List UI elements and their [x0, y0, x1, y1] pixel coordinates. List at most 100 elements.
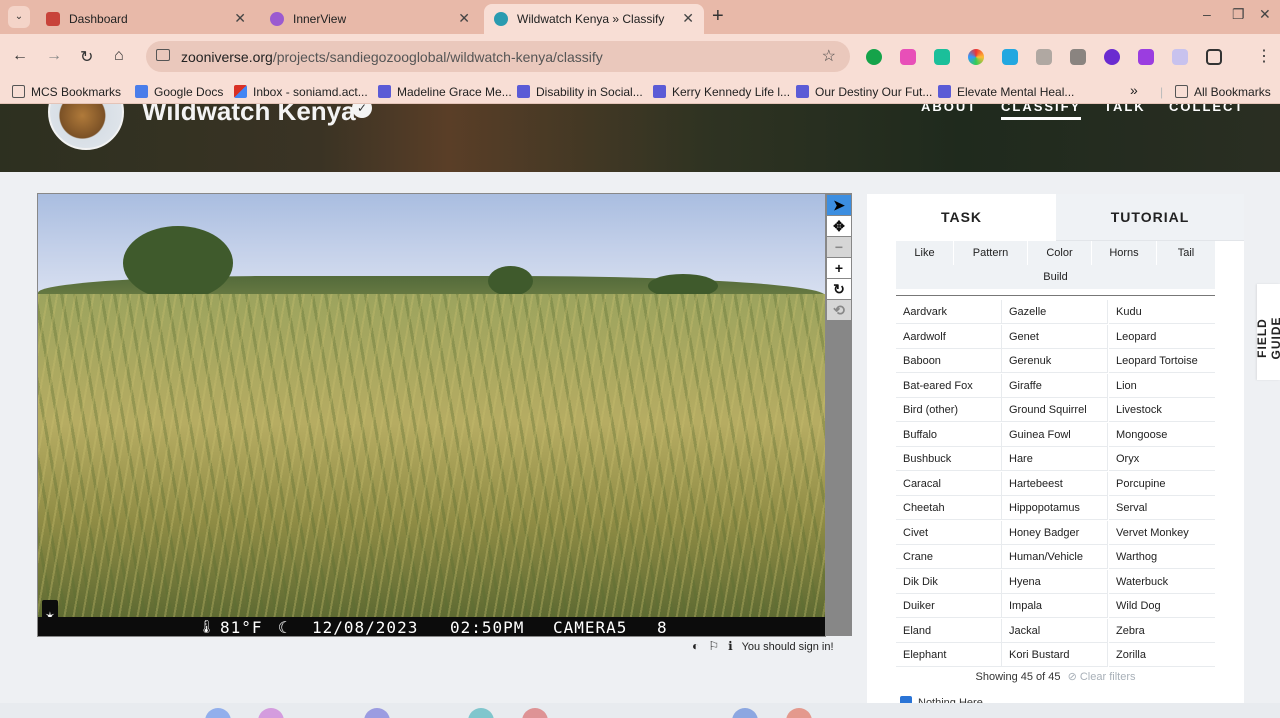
species-option[interactable]: Buffalo	[896, 422, 1002, 447]
bookmark-item[interactable]: Google Docs	[135, 85, 223, 99]
back-icon[interactable]: ←	[12, 47, 28, 65]
species-option[interactable]: Wild Dog	[1109, 594, 1215, 618]
bookmark-item[interactable]: Madeline Grace Me...	[378, 85, 512, 99]
bookmarks-overflow-icon[interactable]: »	[1130, 82, 1138, 98]
extensions-puzzle-icon[interactable]	[1206, 49, 1222, 65]
zoom-out-icon[interactable]: −	[827, 237, 851, 257]
bookmark-item[interactable]: Disability in Social...	[517, 85, 643, 99]
site-info-icon[interactable]	[156, 49, 170, 61]
bookmark-item[interactable]: Elevate Mental Heal...	[938, 85, 1074, 99]
all-bookmarks-button[interactable]: All Bookmarks	[1175, 85, 1271, 99]
species-option[interactable]: Hippopotamus	[1002, 496, 1108, 520]
species-option[interactable]: Kudu	[1109, 300, 1215, 324]
bookmark-item[interactable]: Inbox - soniamd.act...	[234, 85, 368, 99]
project-title[interactable]: Wildwatch Kenya	[142, 104, 356, 127]
species-option[interactable]: Aardwolf	[896, 324, 1002, 349]
tab-search-button[interactable]: ⌄	[8, 6, 30, 28]
reload-icon[interactable]: ↻	[80, 47, 93, 67]
filter-like[interactable]: Like	[896, 241, 954, 265]
tab-innerview[interactable]: InnerView ✕	[260, 4, 480, 34]
extension-icon[interactable]	[1070, 49, 1086, 65]
notion-extension-icon[interactable]	[934, 49, 950, 65]
species-option[interactable]: Cheetah	[896, 496, 1002, 520]
k-extension-icon[interactable]	[1104, 49, 1120, 65]
clear-filters-button[interactable]: ⊘ Clear filters	[1068, 671, 1136, 683]
species-option[interactable]: Civet	[896, 520, 1002, 545]
tab-wildwatch-kenya[interactable]: Wildwatch Kenya » Classify — ✕	[484, 4, 704, 34]
restore-icon[interactable]: ❐	[1232, 6, 1245, 23]
close-tab-icon[interactable]: ✕	[458, 10, 470, 27]
species-option[interactable]: Jackal	[1002, 618, 1108, 643]
species-option[interactable]: Kori Bustard	[1002, 643, 1108, 667]
species-option[interactable]: Leopard	[1109, 325, 1215, 349]
species-option[interactable]: Guinea Fowl	[1002, 422, 1108, 447]
bookmark-item[interactable]: MCS Bookmarks	[12, 85, 121, 99]
download-extension-icon[interactable]	[1002, 49, 1018, 65]
species-option[interactable]: Mongoose	[1109, 423, 1215, 447]
species-option[interactable]: Impala	[1002, 594, 1108, 618]
species-option[interactable]: Aardvark	[896, 300, 1002, 324]
close-tab-icon[interactable]: ✕	[682, 10, 694, 27]
species-option[interactable]: Hyena	[1002, 569, 1108, 594]
species-option[interactable]: Vervet Monkey	[1109, 521, 1215, 545]
species-option[interactable]: Leopard Tortoise	[1109, 349, 1215, 373]
species-option[interactable]: Duiker	[896, 594, 1002, 618]
taskbar-app-icon[interactable]	[732, 708, 758, 718]
nav-collect[interactable]: COLLECT	[1169, 104, 1244, 114]
tab-dashboard[interactable]: Dashboard ✕	[36, 4, 256, 34]
filter-horns[interactable]: Horns	[1092, 241, 1157, 265]
species-option[interactable]: Waterbuck	[1109, 570, 1215, 594]
color-picker-extension-icon[interactable]	[968, 49, 984, 65]
filter-tail[interactable]: Tail	[1157, 241, 1215, 265]
filter-pattern[interactable]: Pattern	[954, 241, 1028, 265]
project-avatar[interactable]	[48, 104, 124, 150]
rotate-icon[interactable]: ↻	[827, 279, 851, 299]
species-option[interactable]: Caracal	[896, 471, 1002, 496]
tab-tutorial[interactable]: TUTORIAL	[1056, 194, 1244, 241]
filter-color[interactable]: Color	[1028, 241, 1092, 265]
species-option[interactable]: Bird (other)	[896, 398, 1002, 422]
species-option[interactable]: Oryx	[1109, 447, 1215, 471]
extension-icon[interactable]	[1138, 49, 1154, 65]
taskbar-app-icon[interactable]	[522, 708, 548, 718]
bookmark-star-icon[interactable]: ☆	[822, 46, 836, 66]
species-option[interactable]: Gazelle	[1002, 300, 1108, 324]
filter-build[interactable]: Build	[896, 265, 1215, 289]
species-option[interactable]: Warthog	[1109, 545, 1215, 569]
invert-colors-icon[interactable]: ◐	[692, 639, 699, 653]
sign-in-note[interactable]: You should sign in!	[742, 641, 834, 653]
tab-task[interactable]: TASK	[867, 194, 1056, 241]
species-option[interactable]: Dik Dik	[896, 569, 1002, 594]
species-option[interactable]: Livestock	[1109, 398, 1215, 422]
species-option[interactable]: Honey Badger	[1002, 520, 1108, 545]
species-option[interactable]: Hartebeest	[1002, 471, 1108, 496]
close-tab-icon[interactable]: ✕	[234, 10, 246, 27]
species-option[interactable]: Eland	[896, 618, 1002, 643]
species-option[interactable]: Genet	[1002, 324, 1108, 349]
minimize-icon[interactable]: –	[1203, 6, 1211, 22]
species-option[interactable]: Bat-eared Fox	[896, 373, 1002, 398]
extension-icon[interactable]	[900, 49, 916, 65]
taskbar-app-icon[interactable]	[205, 708, 231, 718]
reset-icon[interactable]: ⟲	[827, 300, 851, 320]
taskbar-app-icon[interactable]	[364, 708, 390, 718]
species-option[interactable]: Crane	[896, 545, 1002, 569]
forward-icon[interactable]: →	[46, 47, 62, 65]
move-icon[interactable]: ✥	[827, 216, 851, 236]
bookmark-item[interactable]: Kerry Kennedy Life l...	[653, 85, 790, 99]
info-icon[interactable]: ℹ	[728, 639, 733, 653]
new-tab-icon[interactable]: +	[712, 5, 724, 28]
extension-icon[interactable]	[1036, 49, 1052, 65]
close-window-icon[interactable]: ✕	[1259, 6, 1271, 23]
species-option[interactable]: Hare	[1002, 447, 1108, 471]
taskbar-app-icon[interactable]	[258, 708, 284, 718]
grammarly-extension-icon[interactable]	[866, 49, 882, 65]
nav-talk[interactable]: TALK	[1104, 104, 1146, 114]
address-bar[interactable]: zooniverse.org/projects/sandiegozoogloba…	[146, 41, 850, 72]
subject-image[interactable]: ✶ 🌡 81°F ☾ 12/08/2023 02:50PM CAMERA5 8	[37, 193, 826, 637]
species-option[interactable]: Giraffe	[1002, 373, 1108, 398]
field-guide-tab[interactable]: FIELD GUIDE	[1255, 284, 1280, 380]
home-icon[interactable]: ⌂	[114, 47, 124, 65]
species-option[interactable]: Lion	[1109, 374, 1215, 398]
nav-classify[interactable]: CLASSIFY	[1001, 104, 1082, 120]
